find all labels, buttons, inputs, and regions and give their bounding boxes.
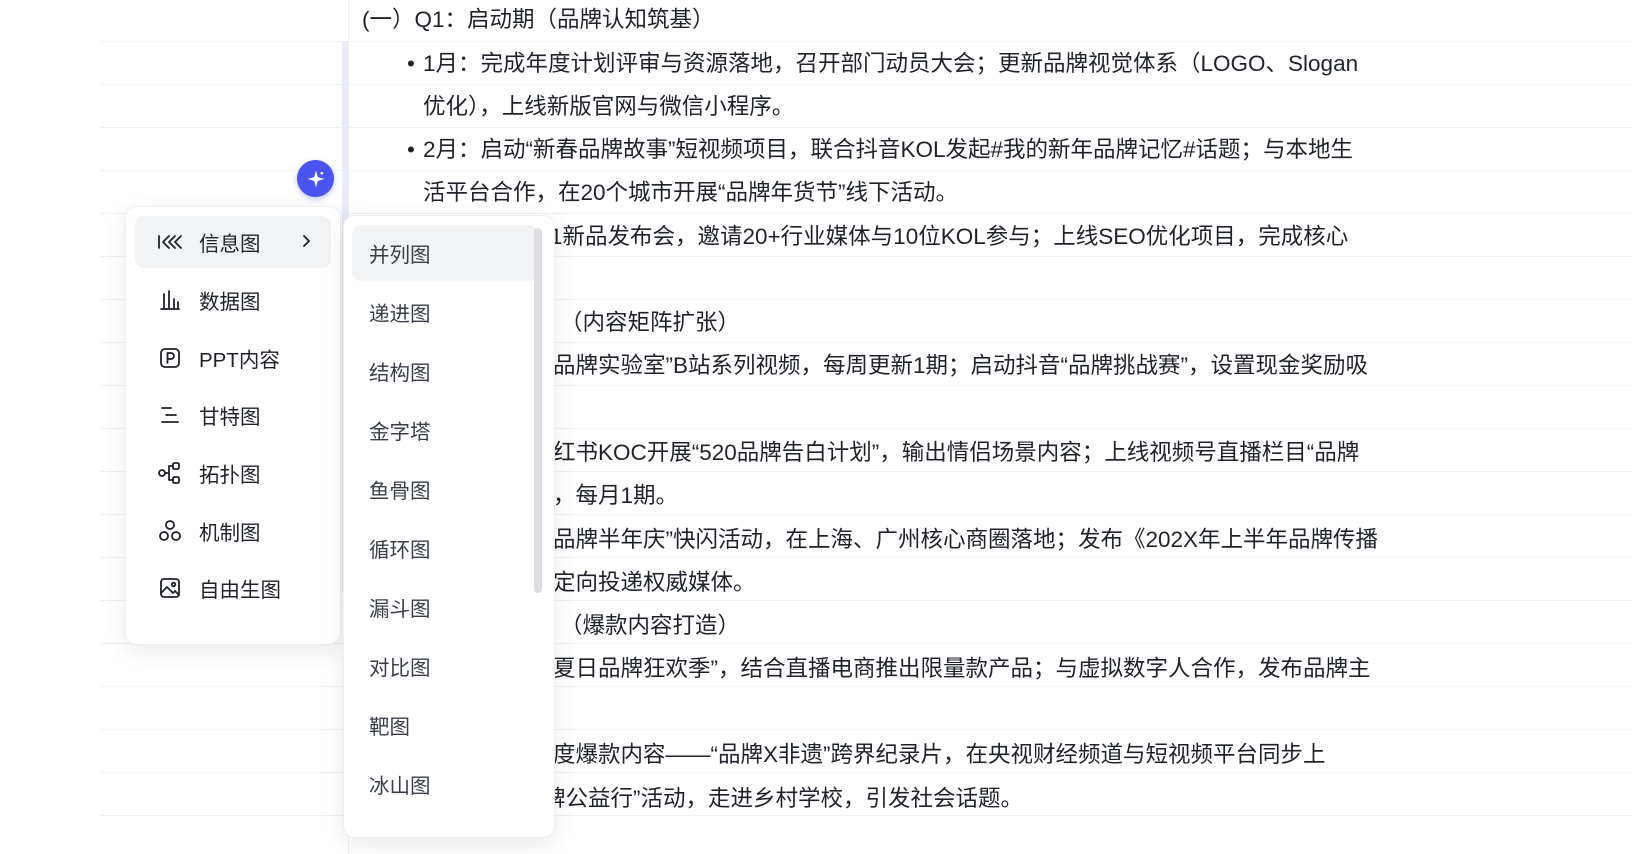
paragraph-line: 红书KOC开展“520品牌告白计划”，输出情侣场景内容；上线视频号直播栏目“品牌 bbox=[553, 440, 1360, 465]
submenu-item-comparison[interactable]: 对比图 bbox=[352, 638, 538, 694]
menu-item-label: 数据图 bbox=[199, 291, 261, 314]
row-divider bbox=[100, 127, 1632, 128]
section-heading: （爆款内容打造） bbox=[560, 613, 741, 638]
infographic-icon bbox=[157, 229, 183, 255]
paragraph-line: 品牌半年庆”快闪活动，在上海、广州核心商圈落地；发布《202X年上半年品牌传播 bbox=[553, 527, 1379, 552]
submenu-item-fishbone[interactable]: 鱼骨图 bbox=[352, 461, 538, 517]
menu-item-label: 拓扑图 bbox=[199, 464, 261, 487]
menu-item-gantt[interactable]: 甘特图 bbox=[135, 389, 331, 441]
gantt-icon bbox=[157, 402, 183, 428]
ai-assistant-button[interactable] bbox=[297, 160, 334, 197]
section-heading: (一）Q1：启动期（品牌认知筑基） bbox=[362, 7, 715, 32]
menu-item-label: PPT内容 bbox=[199, 349, 280, 372]
paragraph-line: ，每月1期。 bbox=[553, 483, 679, 508]
paragraph-line: 夏日品牌狂欢季”，结合直播电商推出限量款产品；与虚拟数字人合作，发布品牌主 bbox=[553, 656, 1371, 681]
sparkle-icon bbox=[307, 170, 324, 187]
menu-item-ppt[interactable]: PPT内容 bbox=[135, 332, 331, 384]
infographic-submenu: 并列图 递进图 结构图 金字塔 鱼骨图 循环图 漏斗图 对比图 靶图 冰山图 bbox=[343, 215, 555, 838]
menu-item-label: 信息图 bbox=[199, 233, 261, 256]
submenu-item-cycle[interactable]: 循环图 bbox=[352, 520, 538, 576]
menu-item-free-image[interactable]: 自由生图 bbox=[135, 562, 331, 614]
menu-item-label: 自由生图 bbox=[199, 579, 281, 602]
submenu-item-parallel[interactable]: 并列图 bbox=[352, 225, 538, 281]
submenu-item-iceberg[interactable]: 冰山图 bbox=[352, 756, 538, 812]
submenu-item-progressive[interactable]: 递进图 bbox=[352, 284, 538, 340]
mechanism-icon bbox=[157, 518, 183, 544]
topology-icon bbox=[157, 460, 183, 486]
row-divider bbox=[100, 686, 1632, 687]
menu-item-label: 甘特图 bbox=[199, 406, 261, 429]
chevron-right-icon bbox=[303, 235, 310, 247]
paragraph-line: 品牌实验室”B站系列视频，每周更新1期；启动抖音“品牌挑战赛”，设置现金奖励吸 bbox=[553, 353, 1369, 378]
row-divider bbox=[100, 84, 1632, 85]
submenu-scrollbar[interactable] bbox=[534, 228, 542, 593]
paragraph-line: 活平台合作，在20个城市开展“品牌年货节”线下活动。 bbox=[423, 180, 959, 205]
section-heading: （内容矩阵扩张） bbox=[560, 310, 741, 335]
menu-item-mechanism[interactable]: 机制图 bbox=[135, 505, 331, 557]
paragraph-line: 度爆款内容——“品牌X非遗”跨界纪录片，在央视财经频道与短视频平台同步上 bbox=[553, 742, 1326, 767]
menu-item-infographic[interactable]: 信息图 bbox=[135, 216, 331, 268]
paragraph-line: 1月：完成年度计划评审与资源落地，召开部门动员大会；更新品牌视觉体系（LOGO、… bbox=[407, 50, 1358, 78]
row-divider bbox=[100, 815, 1632, 816]
submenu-item-structure[interactable]: 结构图 bbox=[352, 343, 538, 399]
insert-chart-menu: 信息图 数据图 PPT内容 甘特图 拓扑图 机制图 自由生图 bbox=[125, 206, 341, 645]
paragraph-line: 定向投递权威媒体。 bbox=[553, 570, 756, 595]
submenu-item-pyramid[interactable]: 金字塔 bbox=[352, 402, 538, 458]
menu-item-label: 机制图 bbox=[199, 522, 261, 545]
ppt-icon bbox=[157, 345, 183, 371]
row-divider bbox=[100, 41, 1632, 42]
submenu-item-funnel[interactable]: 漏斗图 bbox=[352, 579, 538, 635]
paragraph-line: 2月：启动“新春品牌故事”短视频项目，联合抖音KOL发起#我的新年品牌记忆#话题… bbox=[407, 136, 1353, 164]
row-divider bbox=[100, 772, 1632, 773]
menu-item-data-chart[interactable]: 数据图 bbox=[135, 274, 331, 326]
bar-chart-icon bbox=[157, 287, 183, 313]
image-icon bbox=[157, 575, 183, 601]
menu-item-topology[interactable]: 拓扑图 bbox=[135, 447, 331, 499]
submenu-item-target[interactable]: 靶图 bbox=[352, 697, 538, 753]
paragraph-line: 优化），上线新版官网与微信小程序。 bbox=[423, 94, 795, 119]
paragraph-line: 1新品发布会，邀请20+行业媒体与10位KOL参与；上线SEO优化项目，完成核心 bbox=[550, 224, 1349, 249]
row-divider bbox=[100, 729, 1632, 730]
